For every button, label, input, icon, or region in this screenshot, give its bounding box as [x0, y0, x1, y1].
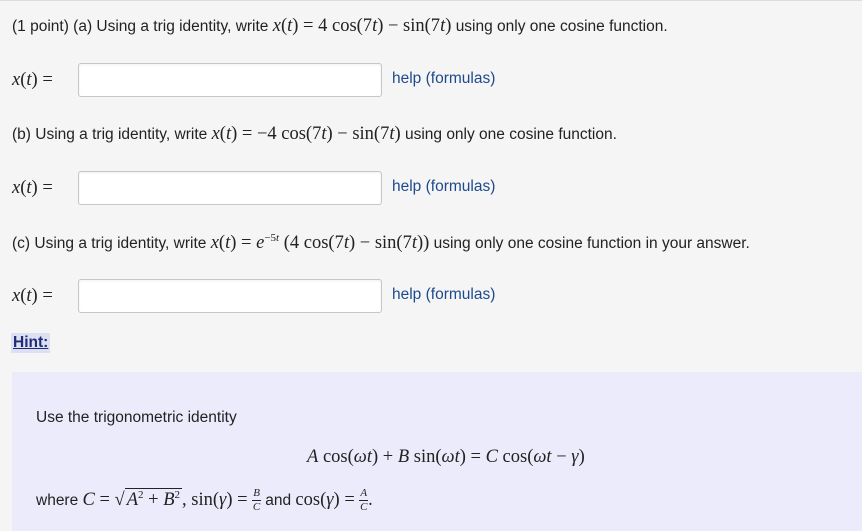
part-a-intro: (1 point) (a) Using a trig identity, wri… [12, 18, 269, 35]
part-a-equation: x(t) = 4 cos(7t) − sin(7t) [272, 16, 452, 36]
part-a-suffix: using only one cosine function. [455, 18, 668, 35]
part-c-equation: x(t) = e−5t (4 cos(7t) − sin(7t)) [210, 232, 430, 254]
part-b-intro: (b) Using a trig identity, write [12, 126, 208, 143]
help-formulas-link-c[interactable]: help (formulas) [392, 286, 495, 304]
answer-label-b: x(t) = [12, 178, 53, 198]
help-formulas-link-a[interactable]: help (formulas) [392, 70, 495, 88]
question-part-b: (b) Using a trig identity, write x(t) = … [12, 124, 617, 145]
help-formulas-link-b[interactable]: help (formulas) [392, 178, 495, 196]
hint-where-line: where C = √ A2 + B2, sin(γ) = BC and cos(… [36, 488, 373, 513]
hint-c-formula: C = √ A2 + B2, sin(γ) = BC [82, 487, 261, 513]
part-b-equation: x(t) = −4 cos(7t) − sin(7t) [211, 124, 401, 144]
answer-input-a[interactable] [78, 63, 382, 97]
part-b-suffix: using only one cosine function. [404, 126, 617, 143]
part-c-suffix: using only one cosine function in your a… [433, 235, 750, 253]
answer-label-a: x(t) = [12, 70, 53, 90]
hint-cos-formula: cos(γ) = AC. [295, 487, 373, 513]
hint-panel: Use the trigonometric identity A cos(ωt)… [12, 372, 862, 531]
hint-identity-equation: A cos(ωt) + B sin(ωt) = C cos(ωt − γ) [307, 447, 585, 467]
hint-text: Use the trigonometric identity [36, 409, 237, 426]
hint-where-prefix: where [36, 491, 79, 509]
answer-input-b[interactable] [78, 171, 382, 205]
part-c-intro: (c) Using a trig identity, write [12, 235, 207, 253]
answer-input-c[interactable] [78, 279, 382, 313]
question-part-c: (c) Using a trig identity, write x(t) = … [12, 232, 750, 254]
top-border [0, 0, 862, 1]
hint-toggle-link[interactable]: Hint: [11, 333, 51, 353]
question-part-a: (1 point) (a) Using a trig identity, wri… [12, 16, 668, 37]
answer-label-c: x(t) = [12, 286, 53, 306]
hint-and-word: and [265, 491, 292, 509]
